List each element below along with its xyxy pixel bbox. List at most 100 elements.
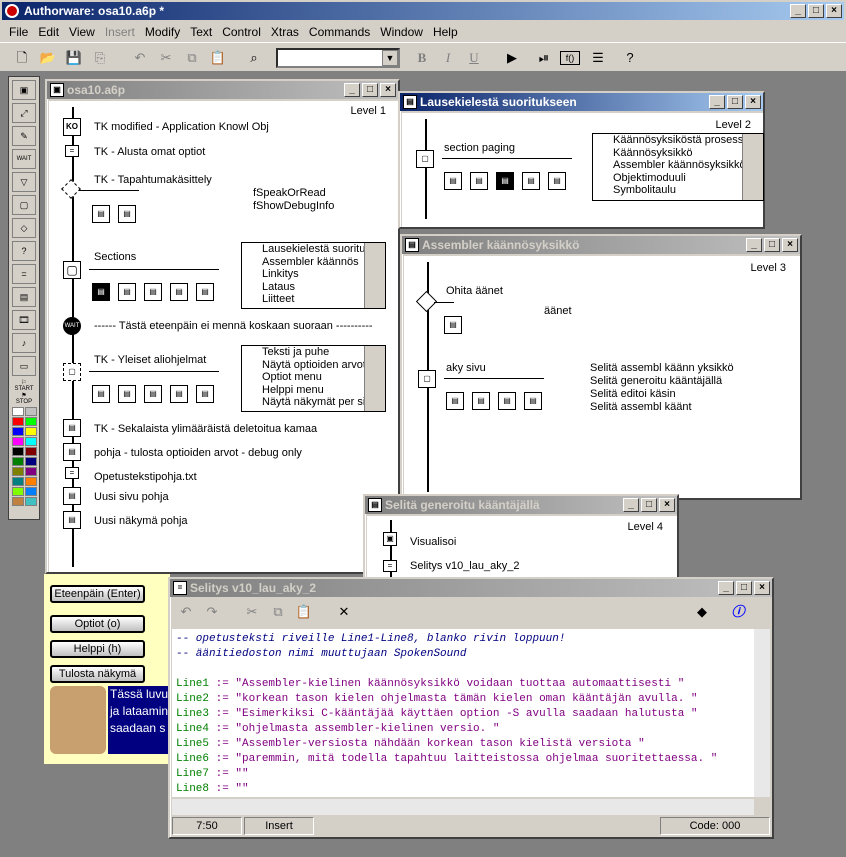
color-swatch[interactable] [25, 417, 37, 426]
map-icon[interactable]: ▤ [92, 283, 110, 301]
paste-icon[interactable]: 📋 [208, 48, 228, 68]
color-swatch[interactable] [12, 457, 24, 466]
code-area[interactable]: -- opetusteksti riveille Line1-Line8, bl… [172, 629, 754, 797]
map-icon[interactable]: ▤ [196, 283, 214, 301]
subroutine-list[interactable]: Teksti ja puhe Näytä optioiden arvot Opt… [241, 345, 386, 412]
color-swatch[interactable] [25, 427, 37, 436]
main-close-button[interactable]: × [380, 83, 396, 97]
node-label[interactable]: TK - Yleiset aliohjelmat [94, 354, 206, 366]
menu-window[interactable]: Window [375, 25, 428, 39]
font-select[interactable]: ▼ [276, 48, 400, 68]
color-swatch[interactable] [12, 497, 24, 506]
code-line[interactable]: -- äänitiedoston nimi muuttujaan SpokenS… [176, 647, 750, 662]
color-swatch[interactable] [25, 487, 37, 496]
italic-button[interactable]: I [438, 48, 458, 68]
map-icon[interactable]: ▤ [170, 385, 188, 403]
color-swatch[interactable] [12, 487, 24, 496]
l2-close-button[interactable]: × [745, 95, 761, 109]
print-view-button[interactable]: Tulosta näkymä [50, 665, 145, 683]
list-item[interactable]: Käännösyksikkö [593, 147, 763, 160]
color-swatch[interactable] [12, 427, 24, 436]
code-close-button[interactable]: × [754, 581, 770, 595]
copy-icon[interactable]: ⧉ [268, 602, 288, 622]
menu-commands[interactable]: Commands [304, 25, 375, 39]
erase-icon[interactable]: ✎ [12, 126, 36, 146]
calculation-icon[interactable]: = [12, 264, 36, 284]
section-list[interactable]: Lausekielestä suorituksee Assembler kään… [241, 242, 386, 309]
color-swatch[interactable] [12, 407, 24, 416]
cut-icon[interactable]: ✂ [242, 602, 262, 622]
variables-icon[interactable]: ☰ [588, 48, 608, 68]
menu-view[interactable]: View [64, 25, 100, 39]
map-icon[interactable]: ▤ [444, 172, 462, 190]
help-button[interactable]: Helppi (h) [50, 640, 145, 658]
l3-min-button[interactable]: _ [746, 238, 762, 252]
clear-icon[interactable]: ✕ [334, 602, 354, 622]
interaction-icon[interactable] [61, 179, 81, 199]
motion-icon[interactable]: ⤢ [12, 103, 36, 123]
list-item[interactable]: Symbolitaulu [593, 184, 763, 197]
l4-close-button[interactable]: × [659, 498, 675, 512]
map-icon[interactable]: ▤ [63, 487, 81, 505]
color-swatch[interactable] [25, 467, 37, 476]
node-label[interactable]: aky sivu [446, 362, 486, 374]
info-icon[interactable]: ⓘ [728, 602, 748, 622]
map-icon[interactable]: ▤ [63, 443, 81, 461]
map-icon[interactable]: ▤ [196, 385, 214, 403]
color-swatch[interactable] [12, 447, 24, 456]
l4-min-button[interactable]: _ [623, 498, 639, 512]
color-swatch[interactable] [25, 407, 37, 416]
color-swatch[interactable] [12, 417, 24, 426]
map-icon[interactable]: ▤ [446, 392, 464, 410]
code-line[interactable]: Line4 := "ohjelmasta assembler-kielinen … [176, 722, 750, 737]
stop-flag[interactable]: ⚑ STOP [9, 392, 39, 405]
paste-icon[interactable]: 📋 [294, 602, 314, 622]
color-swatch[interactable] [25, 447, 37, 456]
cut-icon[interactable]: ✂ [156, 48, 176, 68]
minimize-button[interactable]: _ [790, 4, 806, 18]
map-icon[interactable]: ▤ [12, 287, 36, 307]
l2-max-button[interactable]: □ [727, 95, 743, 109]
node-label[interactable]: TK - Sekalaista ylimääräistä deletoitua … [94, 423, 317, 435]
display-icon[interactable]: ▣ [12, 80, 36, 100]
list-scrollbar[interactable] [364, 346, 385, 411]
code-line[interactable]: Line1 := "Assembler-kielinen käännösyksi… [176, 677, 750, 692]
code-line[interactable]: Line7 := "" [176, 767, 750, 782]
sound-icon[interactable]: ♪ [12, 333, 36, 353]
node-label[interactable]: TK modified - Application Knowl Obj [94, 121, 269, 133]
map-icon[interactable]: ▤ [92, 385, 110, 403]
map-icon[interactable]: ▤ [118, 283, 136, 301]
map-icon[interactable]: ▤ [63, 419, 81, 437]
page-list[interactable]: Käännösyksiköstä prosessiin Käännösyksik… [592, 133, 764, 201]
node-label[interactable]: Uusi sivu pohja [94, 491, 169, 503]
movie-icon[interactable]: 🎞 [12, 310, 36, 330]
interaction-icon[interactable]: ? [12, 241, 36, 261]
code-line[interactable]: Line8 := "" [176, 782, 750, 797]
code-line[interactable]: Line2 := "korkean tason kielen ohjelmast… [176, 692, 750, 707]
options-button[interactable]: Optiot (o) [50, 615, 145, 633]
list-item[interactable]: Selitä editoi käsin [590, 388, 734, 401]
menu-insert[interactable]: Insert [100, 25, 140, 39]
bold-button[interactable]: B [412, 48, 432, 68]
undo-icon[interactable]: ↶ [130, 48, 150, 68]
map-icon[interactable]: ▤ [498, 392, 516, 410]
code-line[interactable]: Line3 := "Esimerkiksi C-kääntäjää käyttä… [176, 707, 750, 722]
list-item[interactable]: Assembler käännösyksikkö [593, 159, 763, 172]
node-label[interactable]: Selitys v10_lau_aky_2 [410, 560, 519, 572]
menu-file[interactable]: File [4, 25, 33, 39]
control-panel-icon[interactable]: ⏯ [534, 48, 554, 68]
horizontal-scrollbar[interactable] [172, 799, 754, 815]
map-icon[interactable]: ▤ [548, 172, 566, 190]
l4-max-button[interactable]: □ [641, 498, 657, 512]
l3-close-button[interactable]: × [782, 238, 798, 252]
calculation-icon[interactable]: = [65, 145, 79, 157]
map-icon[interactable]: ▤ [170, 283, 188, 301]
calculation-icon[interactable]: = [65, 467, 79, 479]
l2-min-button[interactable]: _ [709, 95, 725, 109]
framework-icon[interactable]: ▢ [12, 195, 36, 215]
node-label[interactable]: Visualisoi [410, 536, 456, 548]
node-label[interactable]: Uusi näkymä pohja [94, 515, 188, 527]
map-icon[interactable]: ▤ [472, 392, 490, 410]
menu-edit[interactable]: Edit [33, 25, 64, 39]
wait-icon[interactable]: WAIT [63, 317, 81, 335]
